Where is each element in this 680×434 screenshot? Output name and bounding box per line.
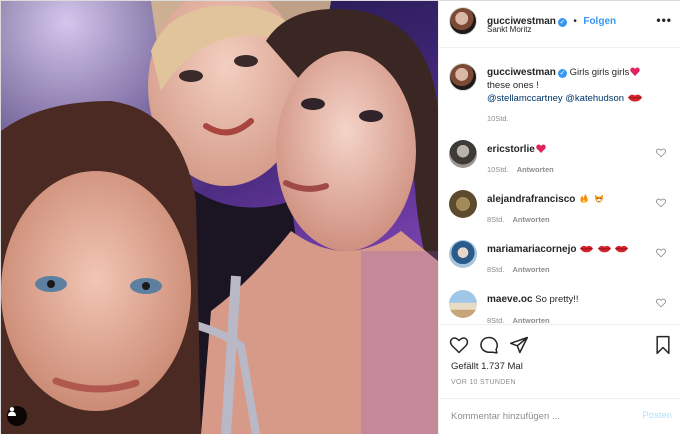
like-heart-icon[interactable] <box>449 335 469 355</box>
caption-username[interactable]: gucciwestman <box>487 67 556 78</box>
comment-like-heart-icon[interactable] <box>656 148 666 158</box>
post-location[interactable]: Sankt Moritz <box>487 25 531 34</box>
comment-time[interactable]: 8Std. <box>487 215 505 224</box>
reply-button[interactable]: Antworten <box>513 215 550 224</box>
save-bookmark-icon[interactable] <box>653 335 673 355</box>
caption-time[interactable]: 10Std. <box>487 114 509 123</box>
post-dialog: gucciwestman ✓ • Folgen Sankt Moritz ••• … <box>0 0 680 434</box>
lips-emoji-icon <box>580 245 594 253</box>
mention-link[interactable]: @stellamccartney <box>487 93 563 104</box>
comment-input[interactable] <box>451 407 611 425</box>
verified-badge-icon: ✓ <box>557 69 567 78</box>
comment-username[interactable]: alejandrafrancisco <box>487 194 575 205</box>
comment-time[interactable]: 10Std. <box>487 165 509 174</box>
share-paper-plane-icon[interactable] <box>509 335 529 355</box>
comment-item: mariamariacornejo 8Std. Antworten <box>439 234 680 279</box>
follow-button[interactable]: Folgen <box>583 16 616 27</box>
comment-meta: 8Std. Antworten <box>487 215 550 224</box>
comment-meta: 10Std. Antworten <box>487 165 554 174</box>
comment-body: So pretty!! <box>535 294 579 305</box>
likes-count[interactable]: Gefällt 1.737 Mal <box>451 361 523 372</box>
comment-username[interactable]: mariamariacornejo <box>487 244 577 255</box>
comment-item: ericstorlie 10Std. Antworten <box>439 134 680 179</box>
comment-item: alejandrafrancisco 8Std. Antworten <box>439 184 680 229</box>
comment-meta: 8Std. Antworten <box>487 265 550 274</box>
verified-badge-icon: ✓ <box>557 18 567 27</box>
owner-avatar[interactable] <box>449 7 477 35</box>
separator-dot: • <box>573 16 577 27</box>
comment-like-heart-icon[interactable] <box>656 248 666 258</box>
reply-button[interactable]: Antworten <box>513 316 550 324</box>
comment-like-heart-icon[interactable] <box>656 298 666 308</box>
comment-like-heart-icon[interactable] <box>656 198 666 208</box>
comment-meta: 8Std. Antworten <box>487 316 550 324</box>
comment-time[interactable]: 8Std. <box>487 265 505 274</box>
post-side-panel: gucciwestman ✓ • Folgen Sankt Moritz ••• … <box>438 1 680 434</box>
photo-illustration <box>1 1 438 434</box>
fire-emoji-icon <box>580 194 588 203</box>
reply-button[interactable]: Antworten <box>517 165 554 174</box>
post-photo[interactable] <box>1 1 438 434</box>
comment-bubble-icon[interactable] <box>479 335 499 355</box>
tagged-users-button[interactable] <box>7 406 27 426</box>
comment-item: maeve.oc So pretty!! 8Std. Antworten <box>439 284 680 324</box>
comment-text: ericstorlie <box>487 143 657 156</box>
lips-emoji-icon <box>597 245 611 253</box>
comment-text: maeve.oc So pretty!! <box>487 293 657 306</box>
caption-text: gucciwestman ✓ Girls girls girls these one… <box>487 66 657 105</box>
comment-username[interactable]: ericstorlie <box>487 144 535 155</box>
caption-text-after: these ones ! <box>487 80 539 91</box>
post-timestamp[interactable]: VOR 10 STUNDEN <box>451 379 516 386</box>
caption: gucciwestman ✓ Girls girls girls these one… <box>439 57 680 129</box>
post-header: gucciwestman ✓ • Folgen Sankt Moritz ••• <box>439 1 680 48</box>
comment-text: alejandrafrancisco <box>487 193 657 206</box>
commenter-avatar[interactable] <box>449 190 477 218</box>
lips-emoji-icon <box>627 94 642 102</box>
commenter-avatar[interactable] <box>449 240 477 268</box>
comment-compose: Posten <box>439 398 680 434</box>
user-icon <box>8 407 16 416</box>
lips-emoji-icon <box>615 245 629 253</box>
comment-username[interactable]: maeve.oc <box>487 294 533 305</box>
mention-link[interactable]: @katehudson <box>565 93 624 104</box>
post-comment-button[interactable]: Posten <box>642 410 672 421</box>
red-heart-emoji-icon <box>536 144 546 153</box>
commenter-avatar[interactable] <box>449 290 477 318</box>
fox-emoji-icon <box>594 194 603 203</box>
post-actions: Gefällt 1.737 Mal VOR 10 STUNDEN <box>439 324 680 399</box>
caption-avatar[interactable] <box>449 63 477 91</box>
reply-button[interactable]: Antworten <box>513 265 550 274</box>
commenter-avatar[interactable] <box>449 140 477 168</box>
comment-text: mariamariacornejo <box>487 243 657 256</box>
more-options-icon[interactable]: ••• <box>656 13 672 27</box>
red-heart-emoji-icon <box>630 67 640 76</box>
comment-time[interactable]: 8Std. <box>487 316 505 324</box>
caption-text-before: Girls girls girls <box>569 67 630 78</box>
